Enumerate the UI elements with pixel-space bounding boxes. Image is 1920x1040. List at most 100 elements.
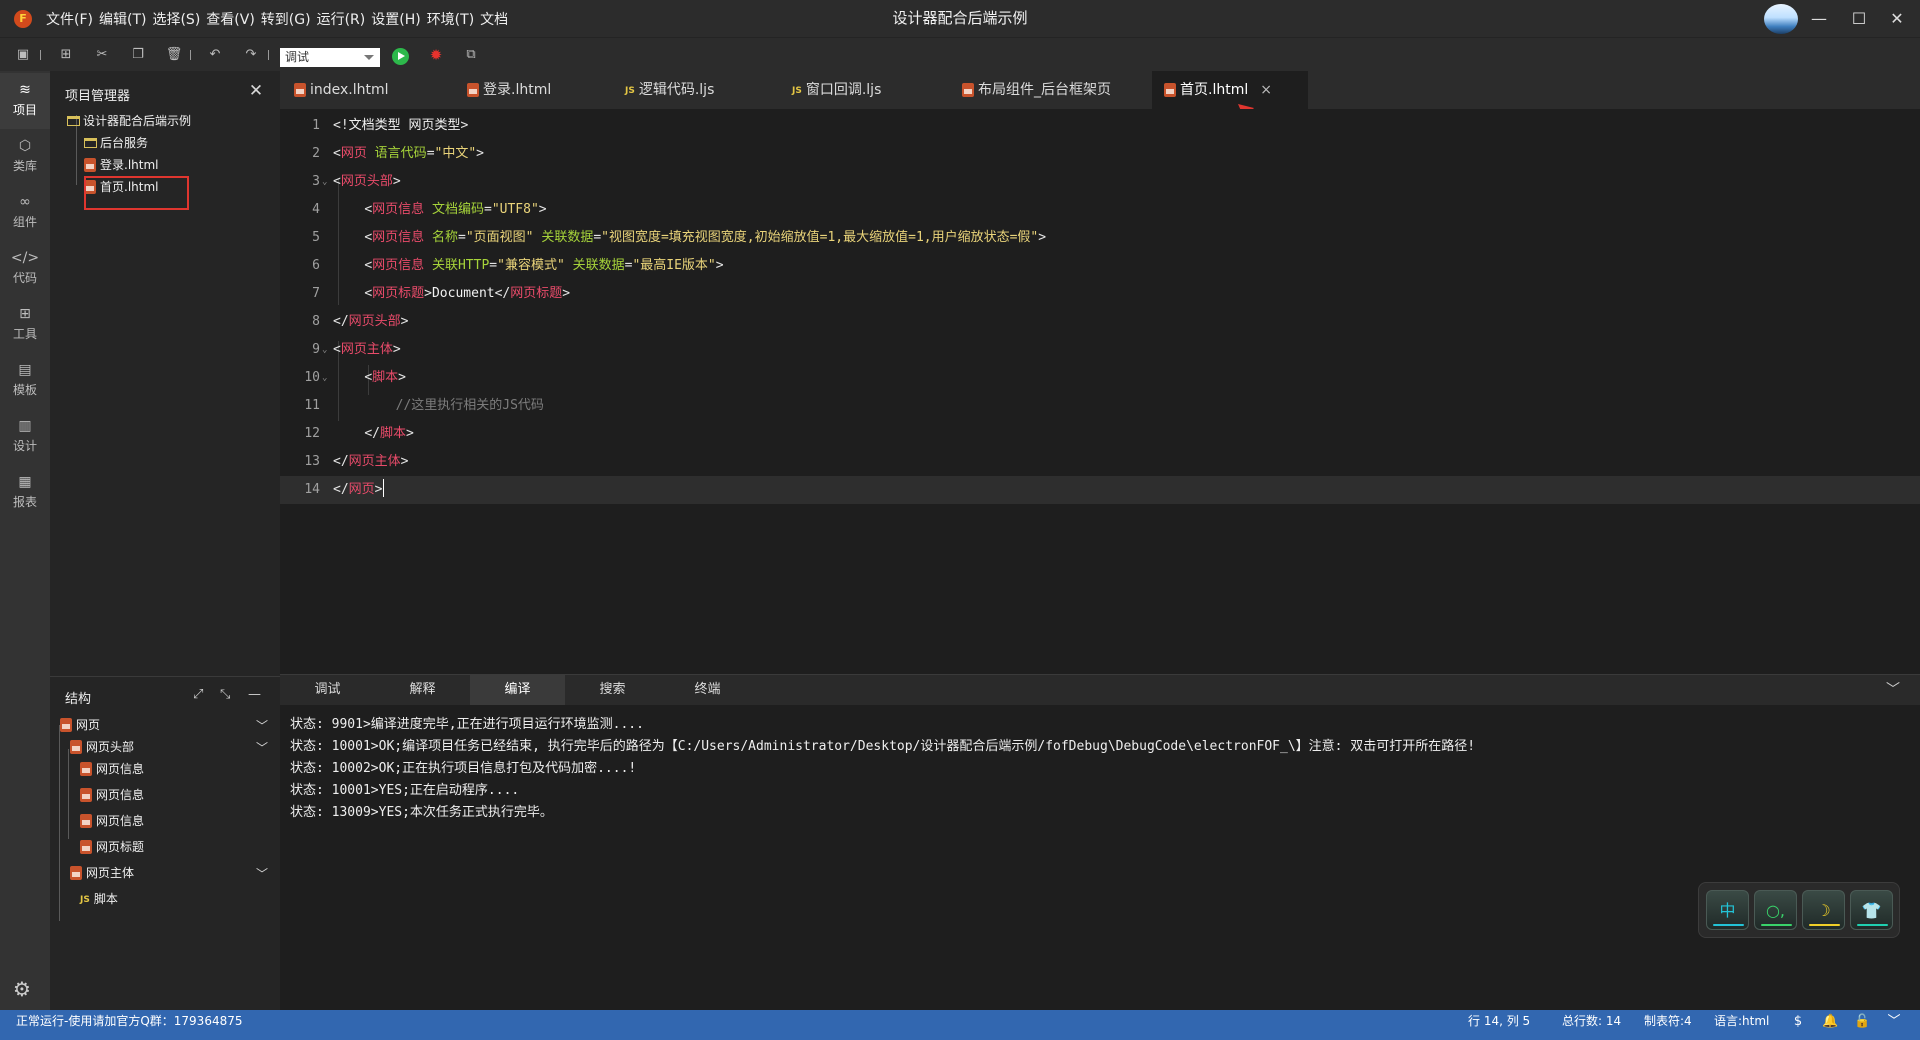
run-mode-select[interactable]: 调试 [280,48,380,67]
lhtml-file-icon [70,866,82,880]
code-line[interactable]: 2 <网页 语言代码="中文"> [280,140,1920,168]
text-cursor [382,479,384,497]
menu-file[interactable]: 文件(F) [46,9,93,29]
moon-icon[interactable]: ☽ [1802,890,1845,930]
gear-icon[interactable]: ⚙ [10,977,34,1001]
tree-item-backend[interactable]: 后台服务 [84,133,148,153]
minimize-icon[interactable]: — [1808,8,1830,30]
code-token: < [364,202,373,217]
code-line[interactable]: 14 </网页> [280,476,1920,504]
fold-icon[interactable]: ⌄ [322,336,327,364]
tab-window-callback[interactable]: JS 窗口回调.ljs [780,71,940,109]
tab-debug[interactable]: 调试 [280,675,375,705]
punctuation-button[interactable]: ○, [1754,890,1797,930]
language-mode[interactable]: 语言:html [1714,1010,1769,1032]
preview-icon[interactable]: ⧉ [462,46,480,64]
menu-goto[interactable]: 转到(G) [261,9,311,29]
code-line[interactable]: 9 ⌄ <网页主体> [280,336,1920,364]
chevron-down-icon[interactable]: ﹀ [1886,1014,1902,1030]
struct-node-script[interactable]: JS 脚本 [80,889,118,909]
tab-interpret[interactable]: 解释 [375,675,470,705]
code-line[interactable]: 1 <!文档类型 网页类型> [280,112,1920,140]
close-window-icon[interactable]: ✕ [1886,8,1908,30]
chevron-down-icon[interactable]: ﹀ [1884,681,1902,699]
cut-icon[interactable]: ✂ [93,46,111,64]
tree-item-login[interactable]: 登录.lhtml [84,155,158,175]
code-token: </ [333,314,349,329]
menu-run[interactable]: 运行(R) [317,9,366,29]
tab-layout-component[interactable]: 布局组件_后台框架页 [950,71,1130,109]
activity-reports[interactable]: ▦ 报表 [0,465,50,521]
activity-label: 组件 [12,215,37,229]
menu-edit[interactable]: 编辑(T) [99,9,146,29]
menu-settings[interactable]: 设置(H) [371,9,420,29]
tab-search[interactable]: 搜索 [565,675,660,705]
activity-project[interactable]: ≋ 项目 [0,73,50,129]
delete-icon[interactable]: 🗑 [165,46,183,64]
menu-docs[interactable]: 文档 [480,9,508,29]
tab-size[interactable]: 制表符:4 [1644,1010,1692,1032]
tab-logic-code[interactable]: JS 逻辑代码.ljs [613,71,773,109]
struct-node-meta[interactable]: 网页信息 [80,759,144,779]
fold-icon[interactable]: ⌄ [322,168,327,196]
struct-node-meta[interactable]: 网页信息 [80,811,144,831]
code-line[interactable]: 8 </网页头部> [280,308,1920,336]
activity-tools[interactable]: ⊞ 工具 [0,297,50,353]
chinese-input-button[interactable]: 中 [1706,890,1749,930]
menu-environment[interactable]: 环境(T) [427,9,474,29]
copy-icon[interactable]: ❐ [129,46,147,64]
activity-code[interactable]: </> 代码 [0,241,50,297]
run-icon[interactable] [392,48,409,65]
log-line[interactable]: 状态: 10001>OK;编译项目任务已经结束, 执行完毕后的路径为【C:/Us… [290,736,1475,758]
avatar[interactable] [1764,4,1798,34]
code-line[interactable]: 7 <网页标题>Document</网页标题> [280,280,1920,308]
tab-terminal[interactable]: 终端 [660,675,755,705]
code-line[interactable]: 13 </网页主体> [280,448,1920,476]
tree-item-root[interactable]: 设计器配合后端示例 [67,111,191,131]
struct-node-head[interactable]: 网页头部 [70,737,134,757]
cursor-position[interactable]: 行 14, 列 5 [1468,1010,1530,1032]
chevron-down-icon[interactable]: ﹀ [255,867,269,881]
activity-design[interactable]: ▥ 设计 [0,409,50,465]
save-icon[interactable]: ▣ [14,46,32,64]
bell-icon[interactable]: 🔔 [1822,1014,1838,1030]
menu-view[interactable]: 查看(V) [206,9,255,29]
collapse-icon[interactable]: ⤡ [220,687,230,702]
code-line[interactable]: 12 </脚本> [280,420,1920,448]
menu-select[interactable]: 选择(S) [152,9,200,29]
code-line[interactable]: 6 <网页信息 关联HTTP="兼容模式" 关联数据="最高IE版本"> [280,252,1920,280]
code-line[interactable]: 3 ⌄ <网页头部> [280,168,1920,196]
lock-icon[interactable]: 🔓 [1854,1014,1870,1030]
activity-components[interactable]: ∞ 组件 [0,185,50,241]
code-line[interactable]: 11 //这里执行相关的JS代码 [280,392,1920,420]
undo-icon[interactable]: ↶ [206,46,224,64]
minimize-panel-icon[interactable]: — [248,687,261,702]
debug-icon[interactable]: ✹ [427,46,445,64]
new-file-icon[interactable]: ⊞ [57,46,75,64]
maximize-icon[interactable]: ☐ [1848,8,1870,30]
activity-templates[interactable]: ▤ 模板 [0,353,50,409]
tab-login[interactable]: 登录.lhtml [455,71,605,109]
struct-node-body[interactable]: 网页主体 [70,863,134,883]
code-line[interactable]: 4 <网页信息 文档编码="UTF8"> [280,196,1920,224]
chevron-down-icon[interactable]: ﹀ [255,741,269,755]
code-line[interactable]: 10 ⌄ <脚本> [280,364,1920,392]
chevron-down-icon[interactable]: ﹀ [255,719,269,733]
skin-icon[interactable]: 👕 [1850,890,1893,930]
tab-index[interactable]: index.lhtml [282,71,442,109]
activity-library[interactable]: ⬡ 类库 [0,129,50,185]
redo-icon[interactable]: ↷ [242,46,260,64]
struct-node-page[interactable]: 网页 [60,715,100,735]
tab-compile[interactable]: 编译 [470,675,565,705]
currency-icon[interactable]: $ [1790,1014,1806,1030]
code-token: < [364,370,373,385]
code-line[interactable]: 5 <网页信息 名称="页面视图" 关联数据="视图宽度=填充视图宽度,初始缩放… [280,224,1920,252]
struct-node-meta[interactable]: 网页信息 [80,785,144,805]
code-editor[interactable]: 1 <!文档类型 网页类型> 2 <网页 语言代码="中文"> 3 ⌄ <网页头部> 4 <网… [280,109,1920,674]
close-icon[interactable]: ✕ [248,83,264,100]
fold-icon[interactable]: ⌄ [322,364,327,392]
struct-node-title[interactable]: 网页标题 [80,837,144,857]
code-token: "最高IE版本" [632,258,716,273]
expand-icon[interactable]: ⤢ [193,687,203,702]
